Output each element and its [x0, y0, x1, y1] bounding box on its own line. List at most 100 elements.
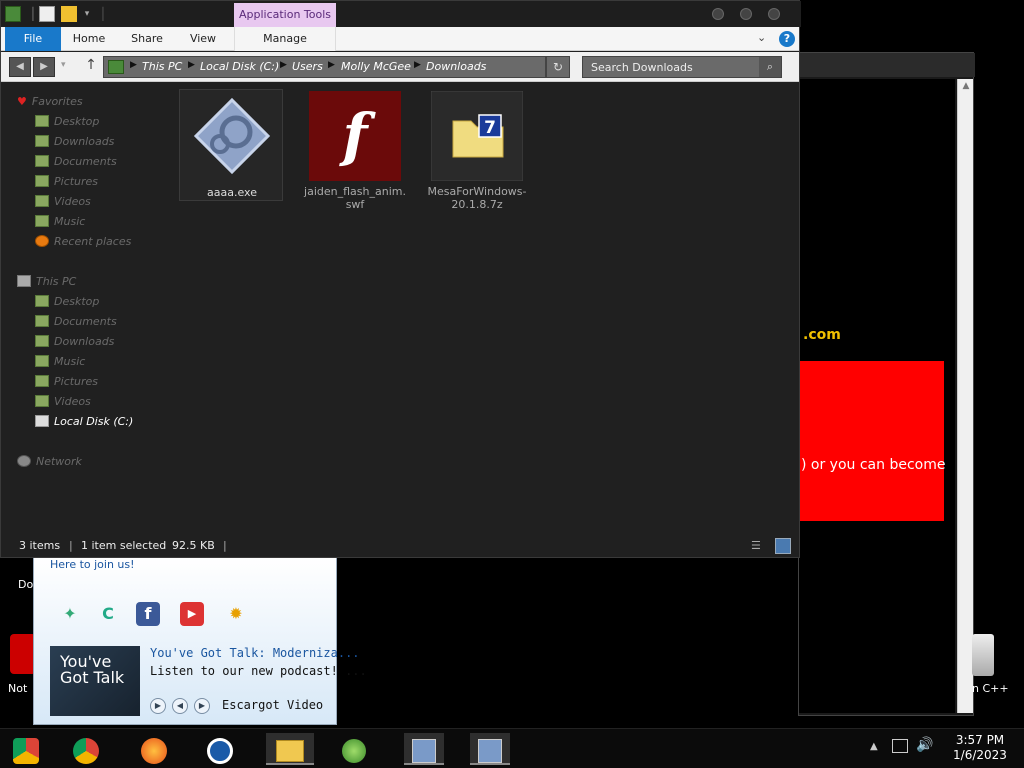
chevron-right-icon[interactable]: ▶ — [280, 60, 287, 70]
recent-locations-icon[interactable]: ▾ — [61, 60, 66, 70]
nav-pc-videos[interactable]: Videos — [35, 392, 147, 412]
close-icon[interactable] — [768, 8, 780, 20]
background-red-banner: ) or you can become — [799, 361, 946, 521]
help-icon[interactable]: ? — [779, 31, 795, 47]
previous-icon[interactable]: ◀ — [172, 698, 188, 714]
back-icon[interactable]: ◀ — [9, 57, 31, 77]
search-icon[interactable]: ⌕ — [759, 57, 781, 77]
clock-time: 3:57 PM — [955, 733, 1005, 747]
selection-size: 92.5 KB — [172, 539, 215, 552]
nav-fav-downloads[interactable]: Downloads — [35, 132, 147, 152]
nav-label: Music — [54, 215, 86, 228]
background-scrollbar[interactable]: ▲ — [957, 79, 973, 713]
new-folder-icon[interactable] — [61, 6, 77, 22]
address-bar[interactable]: ▶ This PC ▶ Local Disk (C:) ▶ Users ▶ Mo… — [103, 56, 546, 78]
nav-pc-pictures[interactable]: Pictures — [35, 372, 147, 392]
join-link[interactable]: Here to join us! — [50, 558, 135, 571]
podcast-thumbnail[interactable]: You've Got Talk — [50, 646, 140, 716]
desktop-icon — [35, 295, 49, 307]
tab-manage[interactable]: Manage — [234, 27, 336, 51]
breadcrumb-user[interactable]: Molly McGee — [341, 60, 411, 73]
tab-share[interactable]: Share — [123, 27, 171, 51]
nav-label: Documents — [54, 155, 117, 168]
nav-pc-documents[interactable]: Documents — [35, 312, 147, 332]
desktop-icon-label: n C++ — [972, 682, 1009, 695]
large-icons-view-icon[interactable] — [775, 538, 791, 554]
volume-icon[interactable]: 🔊 — [916, 737, 933, 753]
nav-favorites[interactable]: ♥ Favorites — [17, 92, 147, 112]
breadcrumb-local-disk[interactable]: Local Disk (C:) — [200, 60, 279, 73]
breadcrumb-downloads[interactable]: Downloads — [426, 60, 486, 73]
nav-label: Desktop — [54, 115, 100, 128]
nav-network[interactable]: Network — [17, 452, 147, 472]
maximize-icon[interactable] — [740, 8, 752, 20]
system-clock[interactable]: 3:57 PM 1/6/2023 — [940, 733, 1020, 763]
nav-label: Recent places — [54, 235, 132, 248]
nav-label: Desktop — [54, 295, 100, 308]
breadcrumb-users[interactable]: Users — [292, 60, 323, 73]
nav-favorites-label: Favorites — [31, 95, 83, 108]
ribbon-tabs: File Home Share View Manage ⌄ ? — [1, 27, 799, 51]
titlebar[interactable]: │ ▾ │ Application Tools — [1, 1, 801, 27]
minimize-icon[interactable] — [712, 8, 724, 20]
nav-pc-desktop[interactable]: Desktop — [35, 292, 147, 312]
sun-icon[interactable]: ✹ — [224, 602, 248, 626]
nav-pc-downloads[interactable]: Downloads — [35, 332, 147, 352]
chevron-right-icon[interactable]: ▶ — [414, 60, 421, 70]
ie-icon[interactable] — [200, 733, 240, 765]
news-title-link[interactable]: You've Got Talk: Moderniza... — [150, 646, 360, 660]
play-icon[interactable]: ▶ — [150, 698, 166, 714]
nav-this-pc[interactable]: This PC — [17, 272, 147, 292]
messenger-icon[interactable] — [334, 733, 374, 765]
details-view-icon[interactable]: ☰ — [751, 539, 767, 553]
recycle-bin-icon[interactable] — [972, 634, 994, 676]
network-setup-icon[interactable] — [470, 733, 510, 765]
file-item[interactable]: f jaiden_flash_anim.swf — [303, 89, 407, 211]
chrome-icon[interactable] — [66, 733, 106, 765]
nav-fav-music[interactable]: Music — [35, 212, 147, 232]
nav-fav-documents[interactable]: Documents — [35, 152, 147, 172]
chevron-right-icon[interactable]: ▶ — [130, 60, 137, 70]
firefox-icon[interactable] — [134, 733, 174, 765]
selection-count: 1 item selected — [81, 539, 167, 552]
network-setup-icon[interactable] — [404, 733, 444, 765]
next-icon[interactable]: ▶ — [194, 698, 210, 714]
nav-fav-pictures[interactable]: Pictures — [35, 172, 147, 192]
scroll-up-icon[interactable]: ▲ — [960, 81, 972, 93]
chevron-right-icon[interactable]: ▶ — [188, 60, 195, 70]
nav-pc-music[interactable]: Music — [35, 352, 147, 372]
facebook-icon[interactable]: f — [136, 602, 160, 626]
network-tray-icon[interactable] — [892, 739, 908, 753]
tab-file[interactable]: File — [5, 27, 61, 51]
status-separator: | — [223, 539, 227, 552]
tab-view[interactable]: View — [181, 27, 225, 51]
chevron-down-icon[interactable]: ▾ — [79, 6, 95, 22]
forward-icon[interactable]: ▶ — [33, 57, 55, 77]
butterfly-icon[interactable]: ✦ — [58, 602, 82, 626]
chrome-icon[interactable] — [6, 733, 46, 765]
search-input[interactable] — [585, 58, 755, 76]
chevron-down-icon[interactable]: ⌄ — [757, 31, 766, 44]
nav-fav-desktop[interactable]: Desktop — [35, 112, 147, 132]
nav-pc-local-disk[interactable]: Local Disk (C:) — [35, 412, 147, 432]
youtube-icon[interactable]: ▶ — [180, 602, 204, 626]
file-item[interactable]: aaaa.exe — [179, 89, 283, 201]
nav-fav-videos[interactable]: Videos — [35, 192, 147, 212]
background-red-banner-text: ) or you can become — [801, 457, 946, 473]
chevron-right-icon[interactable]: ▶ — [328, 60, 335, 70]
background-window-titlebar[interactable] — [799, 53, 975, 77]
nav-label: This PC — [36, 275, 77, 288]
tab-home[interactable]: Home — [65, 27, 113, 51]
nav-fav-recent[interactable]: Recent places — [35, 232, 147, 252]
up-arrow-icon[interactable]: ↑ — [83, 57, 99, 73]
folder-app-icon[interactable] — [5, 6, 21, 22]
properties-icon[interactable] — [39, 6, 55, 22]
file-explorer-icon[interactable] — [266, 733, 314, 765]
status-bar: 3 items | 1 item selected 92.5 KB | ☰ — [1, 535, 799, 557]
refresh-icon[interactable]: ↻ — [546, 56, 570, 78]
breadcrumb-this-pc[interactable]: This PC — [142, 60, 182, 73]
background-domain-text: .com — [803, 327, 841, 343]
escargot-c-icon[interactable]: C — [96, 602, 120, 626]
file-item[interactable]: 7 MesaForWindows-20.1.8.7z — [425, 89, 529, 211]
tray-expand-icon[interactable]: ▲ — [870, 741, 878, 752]
